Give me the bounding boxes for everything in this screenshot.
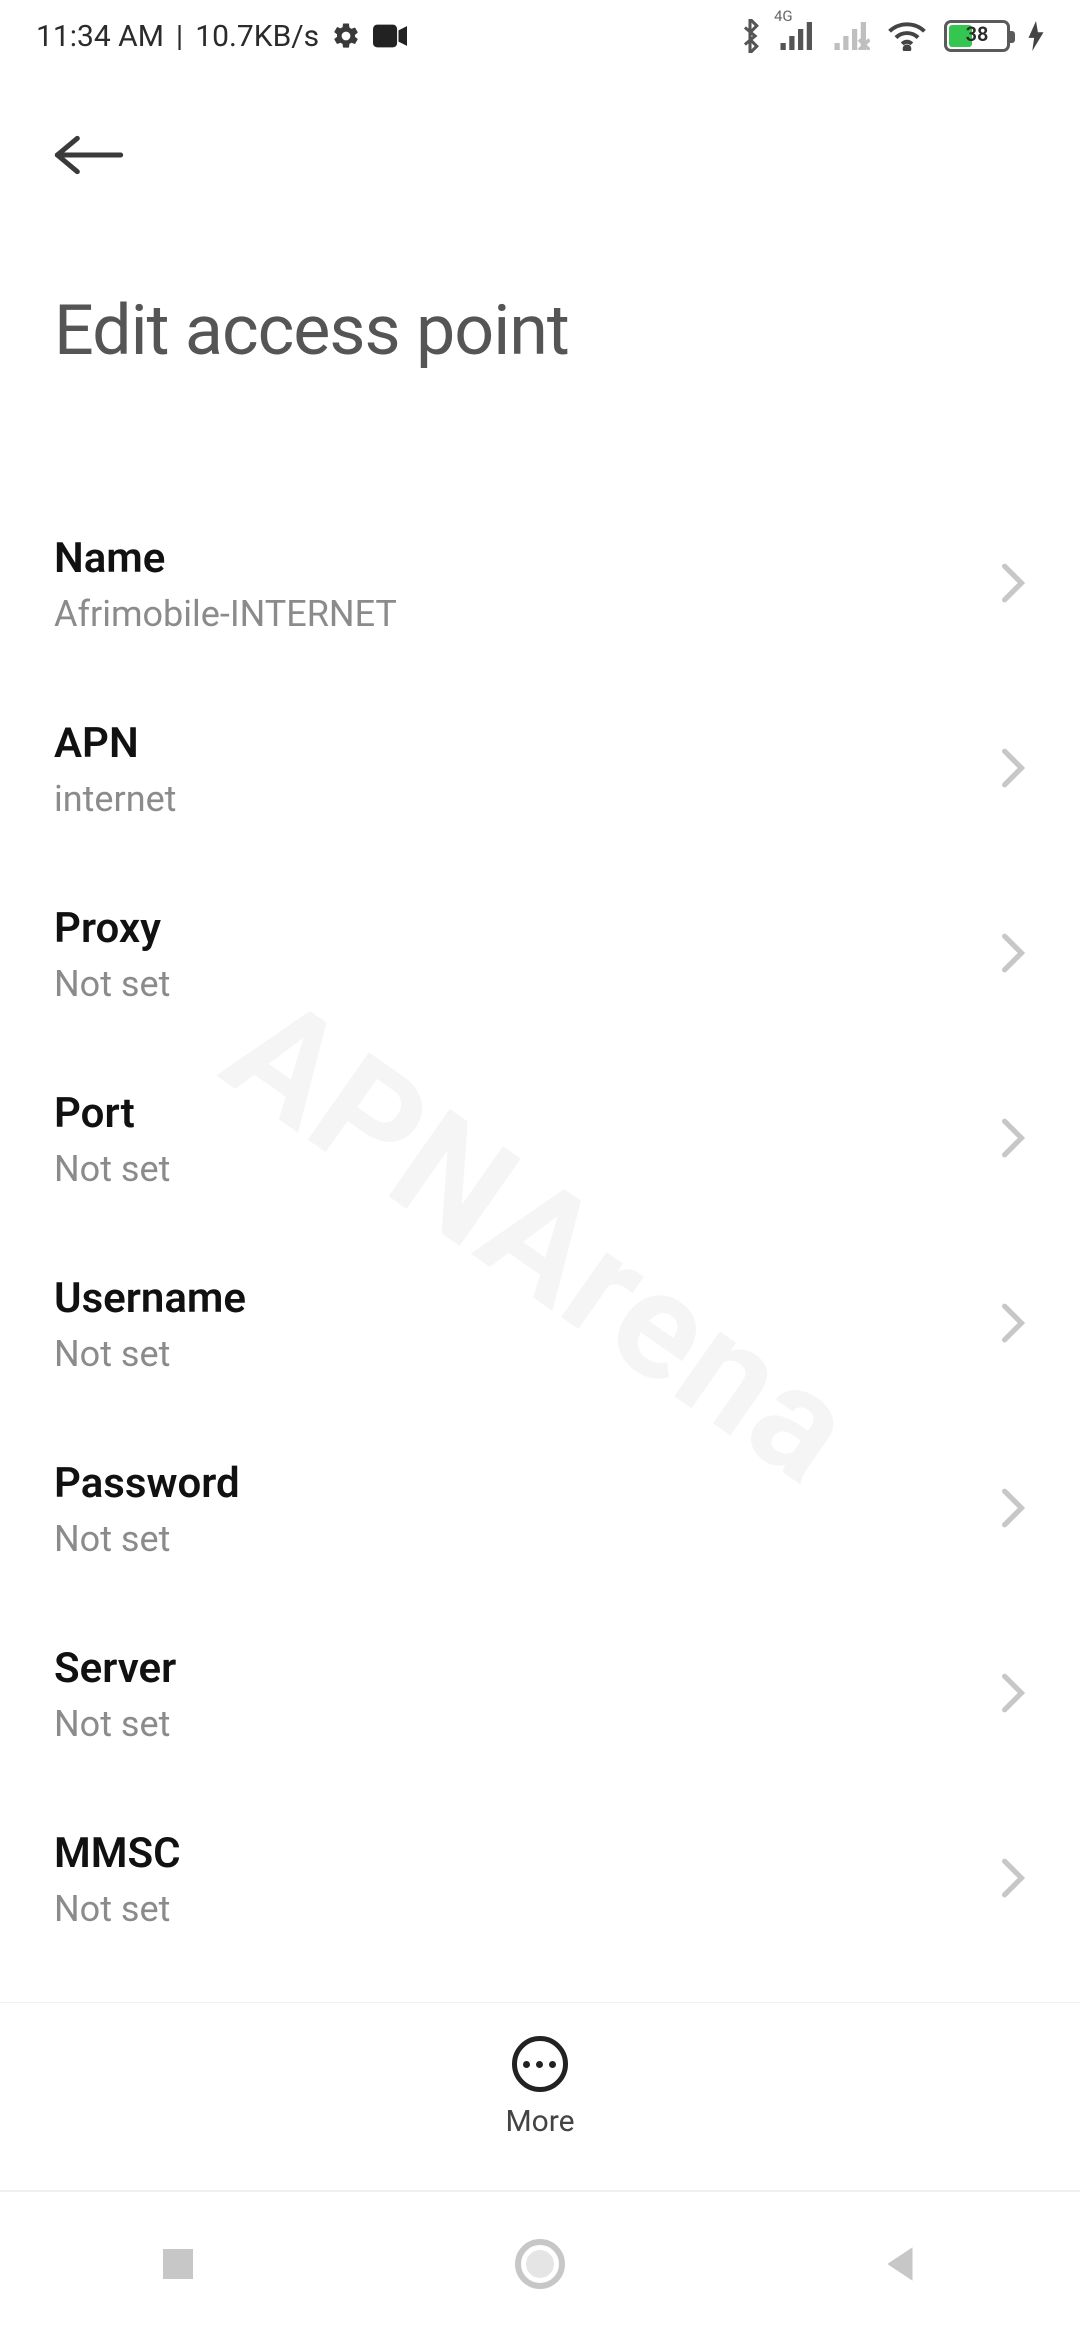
row-label: APN <box>54 719 176 768</box>
row-label: Name <box>54 534 397 583</box>
row-label: Password <box>54 1459 240 1508</box>
back-button[interactable] <box>54 120 124 190</box>
row-server[interactable]: Server Not set <box>0 1602 1080 1787</box>
nav-recent-button[interactable] <box>157 2243 199 2289</box>
page-title: Edit access point <box>54 290 1026 372</box>
system-navbar <box>0 2190 1080 2340</box>
chevron-right-icon <box>1000 562 1026 608</box>
row-port[interactable]: Port Not set <box>0 1047 1080 1232</box>
charging-icon <box>1028 21 1044 51</box>
row-value: Not set <box>54 963 170 1005</box>
row-value: Not set <box>54 1148 170 1190</box>
more-button[interactable]: More <box>505 2036 574 2139</box>
chevron-right-icon <box>1000 747 1026 793</box>
chevron-right-icon <box>1000 1117 1026 1163</box>
row-value: internet <box>54 778 176 820</box>
bluetooth-icon <box>738 19 762 53</box>
row-value: Not set <box>54 1703 176 1745</box>
chevron-right-icon <box>1000 1857 1026 1903</box>
status-sep: | <box>176 19 183 54</box>
row-value: Not set <box>54 1518 240 1560</box>
nav-home-button[interactable] <box>512 2236 568 2296</box>
chevron-right-icon <box>1000 932 1026 978</box>
row-value: Not set <box>54 1333 246 1375</box>
settings-list: Name Afrimobile-INTERNET APN internet Pr… <box>0 492 1080 2157</box>
row-label: Username <box>54 1274 246 1323</box>
status-netspeed: 10.7KB/s <box>195 19 319 54</box>
row-password[interactable]: Password Not set <box>0 1417 1080 1602</box>
row-value: Afrimobile-INTERNET <box>54 593 397 635</box>
arrow-left-icon <box>54 132 124 178</box>
gear-icon <box>331 21 361 51</box>
signal-no-sim-icon <box>834 22 870 50</box>
row-username[interactable]: Username Not set <box>0 1232 1080 1417</box>
more-icon <box>512 2036 568 2092</box>
signal-4g-icon: 4G <box>780 22 816 50</box>
status-bar: 11:34 AM | 10.7KB/s 4G 38 <box>0 0 1080 72</box>
row-label: Proxy <box>54 904 170 953</box>
row-label: Port <box>54 1089 170 1138</box>
more-label: More <box>505 2104 574 2139</box>
row-proxy[interactable]: Proxy Not set <box>0 862 1080 1047</box>
chevron-right-icon <box>1000 1672 1026 1718</box>
chevron-right-icon <box>1000 1487 1026 1533</box>
row-name[interactable]: Name Afrimobile-INTERNET <box>0 492 1080 677</box>
row-label: Server <box>54 1644 176 1693</box>
status-time: 11:34 AM <box>36 19 164 54</box>
wifi-icon <box>888 21 926 51</box>
bottom-action-bar: More <box>0 2002 1080 2152</box>
row-value: Not set <box>54 1888 181 1930</box>
row-mmsc[interactable]: MMSC Not set <box>0 1787 1080 1972</box>
chevron-right-icon <box>1000 1302 1026 1348</box>
nav-back-button[interactable] <box>881 2243 923 2289</box>
row-label: MMSC <box>54 1829 181 1878</box>
row-apn[interactable]: APN internet <box>0 677 1080 862</box>
video-icon <box>373 24 407 48</box>
battery-icon: 38 <box>944 20 1010 52</box>
